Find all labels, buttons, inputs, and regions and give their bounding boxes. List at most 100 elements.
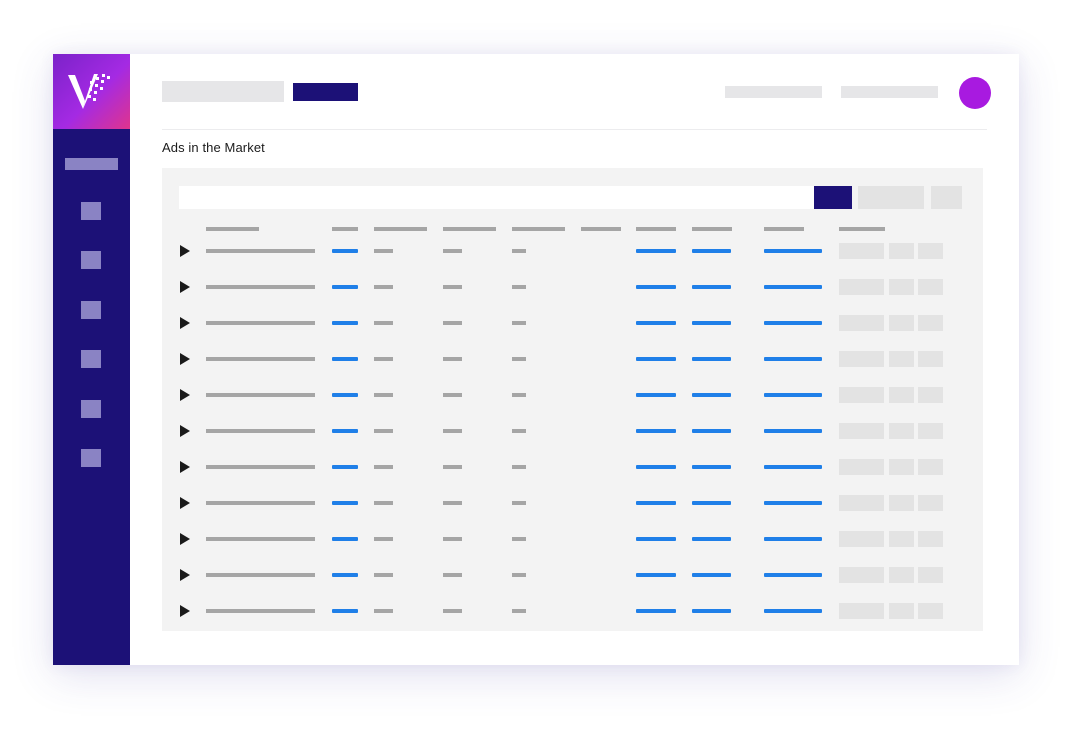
- action-placeholder[interactable]: [918, 567, 943, 583]
- link-placeholder[interactable]: [692, 429, 731, 433]
- action-placeholder[interactable]: [918, 279, 943, 295]
- column-header[interactable]: [636, 227, 676, 231]
- search-button[interactable]: [814, 186, 852, 209]
- action-placeholder[interactable]: [839, 603, 884, 619]
- link-placeholder[interactable]: [692, 609, 731, 613]
- action-placeholder[interactable]: [889, 243, 914, 259]
- link-placeholder[interactable]: [764, 357, 822, 361]
- column-header[interactable]: [443, 227, 496, 231]
- table-row[interactable]: [162, 455, 983, 479]
- link-placeholder[interactable]: [692, 573, 731, 577]
- column-header[interactable]: [764, 227, 804, 231]
- link-placeholder[interactable]: [636, 573, 676, 577]
- action-placeholder[interactable]: [889, 387, 914, 403]
- table-row[interactable]: [162, 239, 983, 263]
- options-button[interactable]: [931, 186, 962, 209]
- play-icon[interactable]: [180, 497, 190, 509]
- action-placeholder[interactable]: [839, 567, 884, 583]
- action-placeholder[interactable]: [889, 495, 914, 511]
- action-placeholder[interactable]: [918, 459, 943, 475]
- action-placeholder[interactable]: [839, 279, 884, 295]
- action-placeholder[interactable]: [918, 495, 943, 511]
- link-placeholder[interactable]: [764, 429, 822, 433]
- column-header[interactable]: [512, 227, 565, 231]
- action-placeholder[interactable]: [839, 495, 884, 511]
- action-placeholder[interactable]: [889, 315, 914, 331]
- link-placeholder[interactable]: [332, 321, 358, 325]
- action-placeholder[interactable]: [839, 243, 884, 259]
- link-placeholder[interactable]: [764, 321, 822, 325]
- link-placeholder[interactable]: [636, 429, 676, 433]
- link-placeholder[interactable]: [692, 249, 731, 253]
- link-placeholder[interactable]: [764, 537, 822, 541]
- sidebar-item-3[interactable]: [81, 301, 101, 319]
- link-placeholder[interactable]: [764, 465, 822, 469]
- link-placeholder[interactable]: [332, 609, 358, 613]
- header-primary-button[interactable]: [293, 83, 358, 101]
- link-placeholder[interactable]: [636, 321, 676, 325]
- action-placeholder[interactable]: [889, 603, 914, 619]
- link-placeholder[interactable]: [332, 285, 358, 289]
- column-header[interactable]: [839, 227, 885, 231]
- link-placeholder[interactable]: [332, 573, 358, 577]
- link-placeholder[interactable]: [332, 393, 358, 397]
- column-header[interactable]: [332, 227, 358, 231]
- column-header[interactable]: [692, 227, 732, 231]
- action-placeholder[interactable]: [918, 387, 943, 403]
- play-icon[interactable]: [180, 389, 190, 401]
- search-input[interactable]: [179, 186, 814, 209]
- action-placeholder[interactable]: [839, 387, 884, 403]
- action-placeholder[interactable]: [918, 423, 943, 439]
- link-placeholder[interactable]: [636, 357, 676, 361]
- link-placeholder[interactable]: [692, 537, 731, 541]
- sidebar-item-6[interactable]: [81, 449, 101, 467]
- action-placeholder[interactable]: [889, 459, 914, 475]
- table-row[interactable]: [162, 599, 983, 623]
- sidebar-item-4[interactable]: [81, 350, 101, 368]
- sidebar-item-1[interactable]: [81, 202, 101, 220]
- header-link-placeholder-1[interactable]: [725, 86, 822, 98]
- link-placeholder[interactable]: [332, 501, 358, 505]
- user-avatar[interactable]: [959, 77, 991, 109]
- link-placeholder[interactable]: [332, 249, 358, 253]
- action-placeholder[interactable]: [918, 315, 943, 331]
- action-placeholder[interactable]: [889, 351, 914, 367]
- logo[interactable]: [53, 54, 130, 129]
- header-link-placeholder-2[interactable]: [841, 86, 938, 98]
- table-row[interactable]: [162, 419, 983, 443]
- link-placeholder[interactable]: [636, 501, 676, 505]
- link-placeholder[interactable]: [692, 285, 731, 289]
- link-placeholder[interactable]: [764, 249, 822, 253]
- link-placeholder[interactable]: [692, 357, 731, 361]
- action-placeholder[interactable]: [918, 351, 943, 367]
- link-placeholder[interactable]: [692, 321, 731, 325]
- link-placeholder[interactable]: [332, 537, 358, 541]
- link-placeholder[interactable]: [764, 393, 822, 397]
- table-row[interactable]: [162, 527, 983, 551]
- column-header[interactable]: [206, 227, 259, 231]
- play-icon[interactable]: [180, 533, 190, 545]
- table-row[interactable]: [162, 347, 983, 371]
- link-placeholder[interactable]: [636, 285, 676, 289]
- action-placeholder[interactable]: [918, 531, 943, 547]
- action-placeholder[interactable]: [839, 459, 884, 475]
- link-placeholder[interactable]: [636, 609, 676, 613]
- table-row[interactable]: [162, 311, 983, 335]
- link-placeholder[interactable]: [332, 429, 358, 433]
- link-placeholder[interactable]: [636, 393, 676, 397]
- link-placeholder[interactable]: [636, 537, 676, 541]
- action-placeholder[interactable]: [889, 423, 914, 439]
- action-placeholder[interactable]: [918, 603, 943, 619]
- link-placeholder[interactable]: [692, 501, 731, 505]
- play-icon[interactable]: [180, 245, 190, 257]
- link-placeholder[interactable]: [332, 465, 358, 469]
- link-placeholder[interactable]: [692, 393, 731, 397]
- link-placeholder[interactable]: [636, 465, 676, 469]
- link-placeholder[interactable]: [764, 573, 822, 577]
- sidebar-item-5[interactable]: [81, 400, 101, 418]
- play-icon[interactable]: [180, 461, 190, 473]
- action-placeholder[interactable]: [889, 279, 914, 295]
- play-icon[interactable]: [180, 605, 190, 617]
- action-placeholder[interactable]: [889, 531, 914, 547]
- link-placeholder[interactable]: [764, 609, 822, 613]
